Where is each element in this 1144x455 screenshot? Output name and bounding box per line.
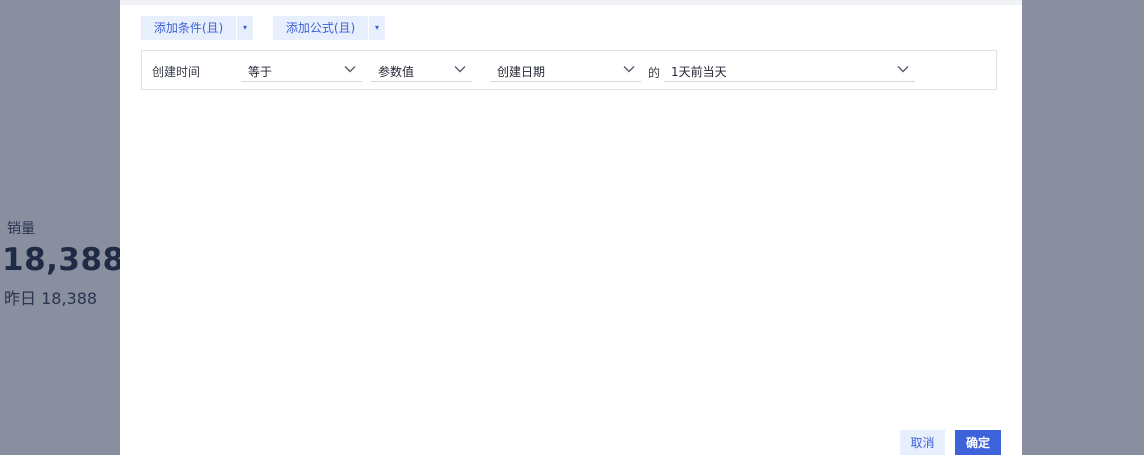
chevron-down-icon <box>897 66 909 73</box>
screen: 销量 18,388 昨日 18,388 添加条件(且) ▾ 添加公式(且) ▾ … <box>0 0 1144 455</box>
relative-date-value: 1天前当天 <box>671 65 727 79</box>
confirm-button[interactable]: 确定 <box>955 430 1001 455</box>
metric-value: 18,388 <box>2 242 125 278</box>
filter-condition-dialog: 添加条件(且) ▾ 添加公式(且) ▾ 创建时间 等于 参数值 创建日期 的 1… <box>120 0 1022 455</box>
condition-field-label: 创建时间 <box>152 65 201 79</box>
condition-row: 创建时间 等于 参数值 创建日期 的 1天前当天 <box>141 50 997 90</box>
value-type-select[interactable]: 参数值 <box>371 59 472 82</box>
add-formula-split-button: 添加公式(且) ▾ <box>273 16 385 40</box>
add-formula-button[interactable]: 添加公式(且) <box>273 16 368 40</box>
add-condition-button[interactable]: 添加条件(且) <box>141 16 236 40</box>
dialog-top-strip <box>120 0 1022 5</box>
chevron-down-icon <box>454 66 466 73</box>
chevron-down-icon <box>623 66 635 73</box>
metric-label: 销量 <box>7 221 35 237</box>
date-field-value: 创建日期 <box>497 65 546 79</box>
date-field-select[interactable]: 创建日期 <box>490 59 641 82</box>
operator-value: 等于 <box>248 65 273 79</box>
of-connector-text: 的 <box>648 66 661 80</box>
operator-select[interactable]: 等于 <box>241 59 362 82</box>
metric-compare: 昨日 18,388 <box>4 289 98 308</box>
add-condition-split-button: 添加条件(且) ▾ <box>141 16 253 40</box>
chevron-down-icon <box>344 66 356 73</box>
value-type-value: 参数值 <box>378 65 415 79</box>
add-formula-dropdown-icon[interactable]: ▾ <box>369 16 385 40</box>
add-condition-dropdown-icon[interactable]: ▾ <box>237 16 253 40</box>
cancel-button[interactable]: 取消 <box>900 430 945 455</box>
relative-date-select[interactable]: 1天前当天 <box>664 59 915 82</box>
